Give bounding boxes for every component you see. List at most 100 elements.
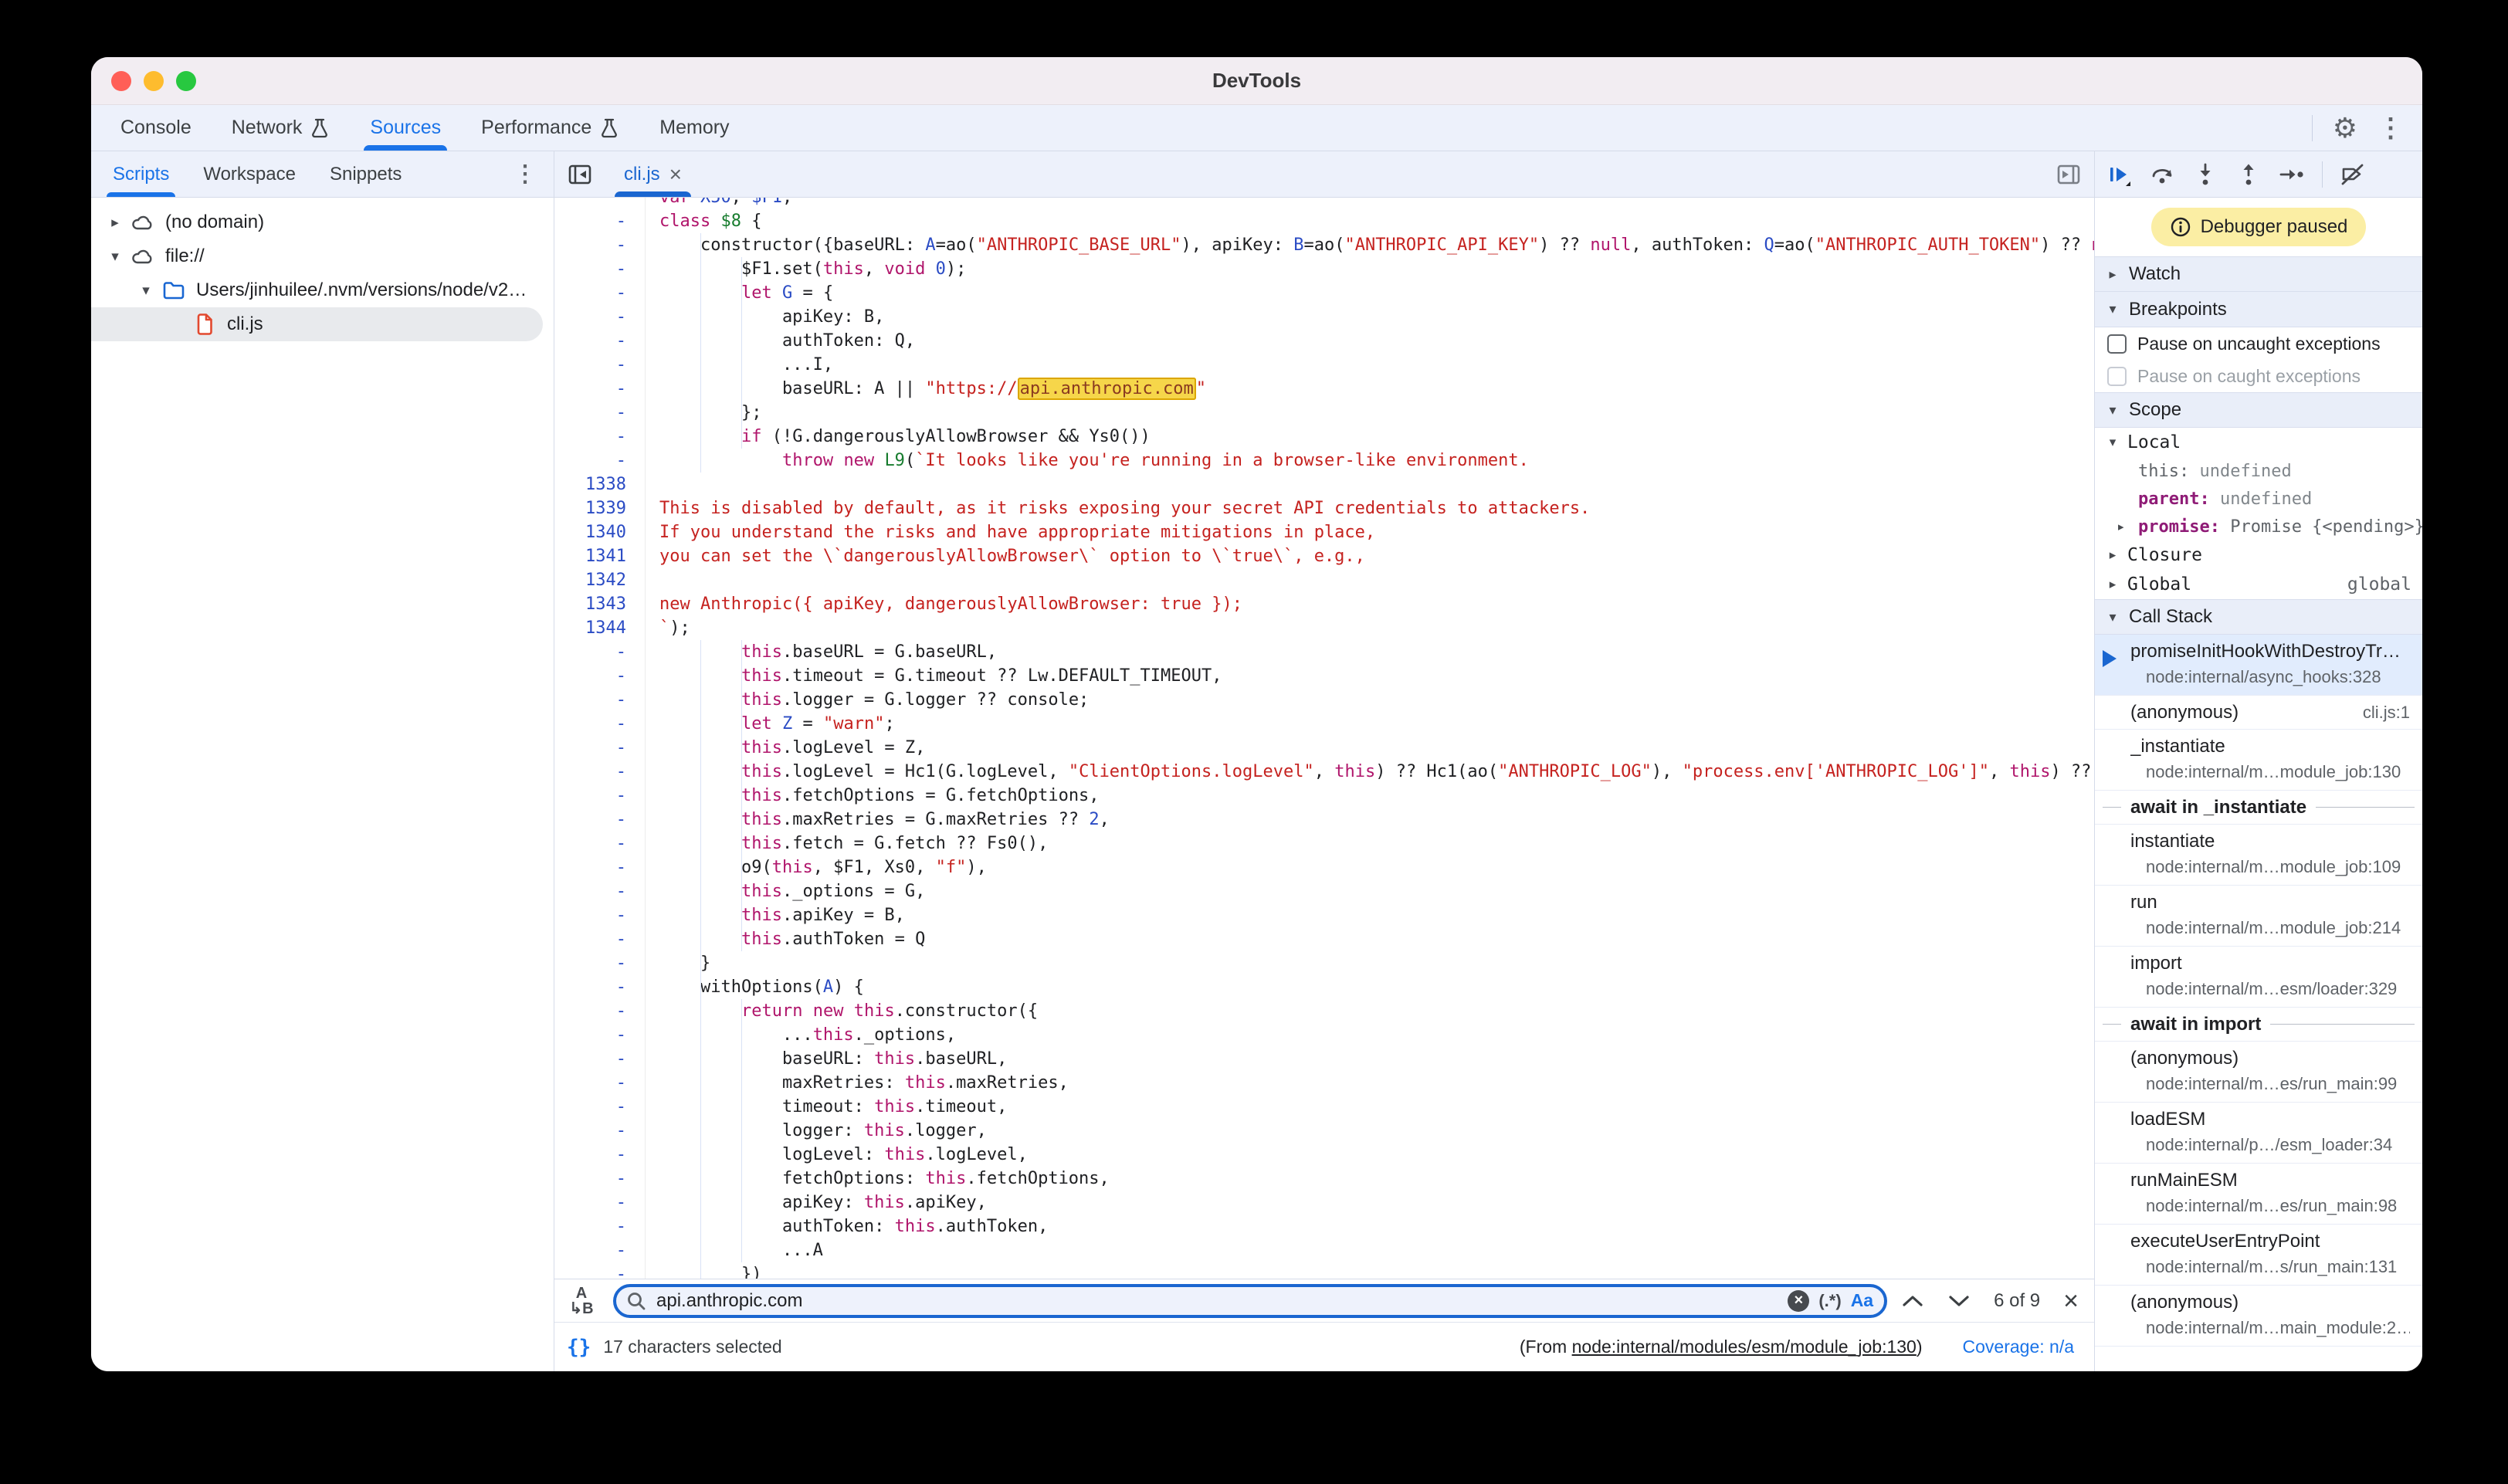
line-number-gutter[interactable]: - (554, 305, 646, 329)
code-line-text[interactable]: class $8 { (646, 209, 2094, 233)
kebab-menu-icon[interactable]: ⋮ (2378, 115, 2404, 141)
line-number-gutter[interactable]: - (554, 903, 646, 927)
gear-icon[interactable]: ⚙ (2333, 114, 2357, 142)
code-line-text[interactable]: } (646, 951, 2094, 975)
line-number-gutter[interactable]: 1341 (554, 544, 646, 568)
callstack-frame-anonymous[interactable]: (anonymous)cli.js:1 (2095, 696, 2422, 730)
step-out-icon[interactable] (2235, 161, 2262, 188)
line-number-gutter[interactable]: - (554, 1143, 646, 1167)
code-line[interactable]: 1343new Anthropic({ apiKey, dangerouslyA… (554, 592, 2094, 616)
code-line[interactable]: - fetchOptions: this.fetchOptions, (554, 1167, 2094, 1191)
code-line[interactable]: - logLevel: this.logLevel, (554, 1143, 2094, 1167)
code-line-text[interactable]: this.maxRetries = G.maxRetries ?? 2, (646, 808, 2094, 832)
code-line-text[interactable]: If you understand the risks and have app… (646, 520, 2094, 544)
code-line[interactable]: - }; (554, 401, 2094, 425)
code-line[interactable]: - this.timeout = G.timeout ?? Lw.DEFAULT… (554, 664, 2094, 688)
step-over-icon[interactable] (2149, 161, 2175, 188)
match-ab-icon[interactable]: A↳B (564, 1286, 599, 1316)
disclosure-expanded-icon[interactable]: ▾ (102, 248, 128, 266)
code-line[interactable]: - authToken: this.authToken, (554, 1215, 2094, 1238)
line-number-gutter[interactable]: - (554, 760, 646, 784)
tab-network[interactable]: Network (212, 105, 351, 151)
code-line[interactable]: - if (!G.dangerouslyAllowBrowser && Ys0(… (554, 425, 2094, 449)
coverage-link[interactable]: Coverage: n/a (1963, 1337, 2074, 1357)
code-line-text[interactable]: constructor({baseURL: A=ao("ANTHROPIC_BA… (646, 233, 2094, 257)
code-line-text[interactable]: ...this._options, (646, 1023, 2094, 1047)
code-line[interactable]: - maxRetries: this.maxRetries, (554, 1071, 2094, 1095)
line-number-gutter[interactable]: - (554, 257, 646, 281)
callstack-frame-import[interactable]: importnode:internal/m…esm/loader:329 (2095, 947, 2422, 1008)
code-line-text[interactable]: throw new L9(`It looks like you're runni… (646, 449, 2094, 473)
code-line-text[interactable]: }; (646, 401, 2094, 425)
code-line[interactable]: 1344`); (554, 616, 2094, 640)
disclosure-expanded-icon[interactable]: ▾ (2104, 435, 2121, 450)
line-number-gutter[interactable]: - (554, 808, 646, 832)
line-number-gutter[interactable]: - (554, 1167, 646, 1191)
code-line[interactable]: - this.maxRetries = G.maxRetries ?? 2, (554, 808, 2094, 832)
disclosure-collapsed-icon[interactable]: ▸ (2104, 577, 2121, 592)
callstack-frame-loadesm[interactable]: loadESMnode:internal/p…/esm_loader:34 (2095, 1103, 2422, 1164)
code-line-text[interactable]: apiKey: B, (646, 305, 2094, 329)
code-line-text[interactable]: return new this.constructor({ (646, 999, 2094, 1023)
line-number-gutter[interactable]: - (554, 449, 646, 473)
line-number-gutter[interactable]: - (554, 1071, 646, 1095)
navigator-tab-scripts[interactable]: Scripts (96, 151, 186, 197)
line-number-gutter[interactable]: 1343 (554, 592, 646, 616)
code-line[interactable]: - this._options = G, (554, 879, 2094, 903)
line-number-gutter[interactable]: - (554, 281, 646, 305)
code-line[interactable]: - timeout: this.timeout, (554, 1095, 2094, 1119)
callstack-frame-run[interactable]: runnode:internal/m…module_job:214 (2095, 886, 2422, 947)
code-line[interactable]: - baseURL: A || "https://api.anthropic.c… (554, 377, 2094, 401)
scope-property-parent[interactable]: parent: undefined (2095, 485, 2422, 513)
code-line[interactable]: - ...A (554, 1238, 2094, 1262)
line-number-gutter[interactable]: - (554, 233, 646, 257)
checkbox[interactable] (2107, 334, 2127, 354)
line-number-gutter[interactable]: 1344 (554, 616, 646, 640)
callstack-frame-runmainesm[interactable]: runMainESMnode:internal/m…es/run_main:98 (2095, 1164, 2422, 1225)
navigator-tab-snippets[interactable]: Snippets (313, 151, 419, 197)
tab-sources[interactable]: Sources (350, 105, 461, 151)
code-line[interactable]: - ...I, (554, 353, 2094, 377)
code-line[interactable]: - baseURL: this.baseURL, (554, 1047, 2094, 1071)
callstack-frame-anonymous[interactable]: (anonymous)node:internal/m…es/run_main:9… (2095, 1042, 2422, 1103)
line-number-gutter[interactable]: - (554, 736, 646, 760)
code-line-text[interactable]: this.logLevel = Hc1(G.logLevel, "ClientO… (646, 760, 2094, 784)
navigator-kebab-menu-icon[interactable]: ⋮ (513, 163, 554, 186)
close-window-button[interactable] (111, 71, 131, 91)
search-input[interactable] (656, 1290, 1778, 1312)
line-number-gutter[interactable]: - (554, 1095, 646, 1119)
disclosure-collapsed-icon[interactable]: ▸ (2104, 547, 2121, 563)
previous-match-button[interactable] (1901, 1294, 1924, 1308)
code-line-text[interactable] (646, 473, 2094, 496)
code-line-text[interactable]: authToken: Q, (646, 329, 2094, 353)
resume-icon[interactable] (2106, 161, 2132, 188)
code-line-text[interactable]: this.logLevel = Z, (646, 736, 2094, 760)
scope-section-header[interactable]: ▾Scope (2095, 392, 2422, 428)
minimize-window-button[interactable] (144, 71, 164, 91)
line-number-gutter[interactable]: - (554, 1238, 646, 1262)
code-line-text[interactable]: apiKey: this.apiKey, (646, 1191, 2094, 1215)
code-line-text[interactable]: new Anthropic({ apiKey, dangerouslyAllow… (646, 592, 2094, 616)
expand-right-panel-icon[interactable] (2056, 161, 2082, 188)
code-line[interactable]: - logger: this.logger, (554, 1119, 2094, 1143)
line-number-gutter[interactable]: - (554, 879, 646, 903)
code-line[interactable]: - this.fetch = G.fetch ?? Fs0(), (554, 832, 2094, 856)
code-line[interactable]: 1341you can set the \`dangerouslyAllowBr… (554, 544, 2094, 568)
code-line[interactable]: - } (554, 951, 2094, 975)
code-line-text[interactable]: `); (646, 616, 2094, 640)
line-number-gutter[interactable]: - (554, 1215, 646, 1238)
code-line[interactable]: - return new this.constructor({ (554, 999, 2094, 1023)
code-line-text[interactable]: $F1.set(this, void 0); (646, 257, 2094, 281)
code-line[interactable]: - apiKey: B, (554, 305, 2094, 329)
disclosure-expanded-icon[interactable]: ▾ (133, 282, 159, 300)
code-line[interactable]: - this.baseURL = G.baseURL, (554, 640, 2094, 664)
line-number-gutter[interactable]: - (554, 377, 646, 401)
code-line-text[interactable]: this.apiKey = B, (646, 903, 2094, 927)
line-number-gutter[interactable]: - (554, 688, 646, 712)
code-line[interactable]: - apiKey: this.apiKey, (554, 1191, 2094, 1215)
disclosure-collapsed-icon[interactable]: ▸ (102, 214, 128, 232)
code-line-text[interactable]: maxRetries: this.maxRetries, (646, 1071, 2094, 1095)
code-line-text[interactable]: This is disabled by default, as it risks… (646, 496, 2094, 520)
line-number-gutter[interactable]: - (554, 329, 646, 353)
code-line[interactable]: -class $8 { (554, 209, 2094, 233)
